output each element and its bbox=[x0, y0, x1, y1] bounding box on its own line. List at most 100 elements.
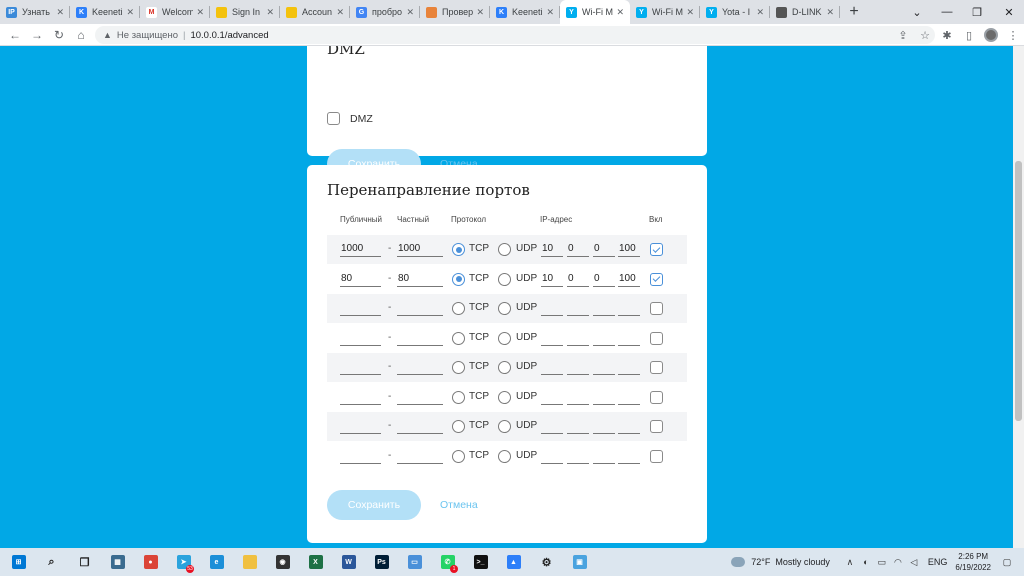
port-forwarding-cancel-link[interactable]: Отмена bbox=[440, 499, 478, 511]
private-port-input[interactable]: 80 bbox=[397, 272, 443, 287]
ip-octet-input[interactable]: 100 bbox=[618, 272, 640, 287]
tcp-radio[interactable] bbox=[452, 420, 465, 433]
ip-octet-input[interactable] bbox=[618, 301, 640, 316]
udp-radio[interactable] bbox=[498, 302, 511, 315]
ip-octet-input[interactable] bbox=[618, 419, 640, 434]
browser-tab[interactable]: Y Yota - I ✕ bbox=[700, 0, 770, 24]
taskbar-app[interactable]: ◉ bbox=[266, 548, 299, 576]
public-port-input[interactable] bbox=[340, 360, 381, 375]
taskbar-app[interactable]: ▦ bbox=[101, 548, 134, 576]
ip-octet-input[interactable] bbox=[618, 390, 640, 405]
dmz-checkbox[interactable] bbox=[327, 112, 340, 125]
ip-octet-input[interactable]: 0 bbox=[567, 242, 589, 257]
page-scrollbar[interactable] bbox=[1013, 46, 1024, 548]
ip-octet-input[interactable] bbox=[567, 360, 589, 375]
taskbar-app[interactable]: ▣ bbox=[563, 548, 596, 576]
tab-close-icon[interactable]: ✕ bbox=[266, 7, 274, 18]
share-icon[interactable]: ⇪ bbox=[892, 24, 914, 46]
ip-octet-input[interactable] bbox=[618, 331, 640, 346]
taskbar-app[interactable]: ❐ bbox=[68, 548, 101, 576]
public-port-input[interactable] bbox=[340, 419, 381, 434]
ip-octet-input[interactable] bbox=[593, 301, 615, 316]
taskbar-app[interactable]: ▭ bbox=[398, 548, 431, 576]
private-port-input[interactable]: 1000 bbox=[397, 242, 443, 257]
tab-close-icon[interactable]: ✕ bbox=[546, 7, 554, 18]
ip-octet-input[interactable] bbox=[593, 390, 615, 405]
taskbar-app[interactable]: ⊞ bbox=[2, 548, 35, 576]
udp-radio[interactable] bbox=[498, 390, 511, 404]
tab-close-icon[interactable]: ✕ bbox=[126, 7, 134, 18]
taskbar-app[interactable]: >_ bbox=[464, 548, 497, 576]
tcp-radio[interactable] bbox=[452, 390, 465, 404]
tcp-radio[interactable] bbox=[452, 302, 465, 315]
browser-tab[interactable]: Gпробро ✕ bbox=[350, 0, 420, 24]
taskbar-app[interactable] bbox=[233, 548, 266, 576]
ip-octet-input[interactable] bbox=[567, 449, 589, 464]
browser-tab[interactable]: D-LINK ✕ bbox=[770, 0, 840, 24]
taskbar-app[interactable]: ✆ 1 bbox=[431, 548, 464, 576]
public-port-input[interactable] bbox=[340, 390, 381, 405]
side-panel-icon[interactable]: ▯ bbox=[958, 24, 980, 46]
tab-close-icon[interactable]: ✕ bbox=[56, 7, 64, 18]
ip-octet-input[interactable] bbox=[567, 419, 589, 434]
tab-close-icon[interactable]: ✕ bbox=[826, 7, 834, 18]
ip-octet-input[interactable] bbox=[541, 449, 563, 464]
weather-widget[interactable]: 72°F Mostly cloudy bbox=[728, 554, 830, 567]
enable-checkbox[interactable] bbox=[650, 449, 663, 463]
public-port-input[interactable] bbox=[340, 449, 381, 464]
reload-icon[interactable]: ↻ bbox=[48, 24, 70, 46]
enable-checkbox[interactable] bbox=[650, 420, 663, 433]
profile-avatar[interactable] bbox=[980, 24, 1002, 46]
tab-search-icon[interactable]: ⌄ bbox=[902, 0, 932, 24]
forward-icon[interactable]: → bbox=[26, 24, 48, 46]
ip-octet-input[interactable] bbox=[618, 360, 640, 375]
ip-octet-input[interactable] bbox=[541, 390, 563, 405]
private-port-input[interactable] bbox=[397, 419, 443, 434]
clock[interactable]: 2:26 PM 6/19/2022 bbox=[955, 551, 991, 573]
udp-radio[interactable] bbox=[498, 361, 511, 374]
language-indicator[interactable]: ENG bbox=[928, 557, 948, 567]
enable-checkbox[interactable] bbox=[650, 361, 663, 374]
browser-tab[interactable]: Провер ✕ bbox=[420, 0, 490, 24]
browser-tab[interactable]: Sign In ✕ bbox=[210, 0, 280, 24]
tab-close-icon[interactable]: ✕ bbox=[476, 7, 484, 18]
ip-octet-input[interactable] bbox=[593, 360, 615, 375]
ip-octet-input[interactable] bbox=[541, 360, 563, 375]
ip-octet-input[interactable] bbox=[593, 449, 615, 464]
private-port-input[interactable] bbox=[397, 301, 443, 316]
tcp-radio[interactable] bbox=[452, 272, 465, 286]
scrollbar-thumb[interactable] bbox=[1015, 161, 1022, 421]
ip-octet-input[interactable] bbox=[567, 331, 589, 346]
browser-tab[interactable]: K Keeneti ✕ bbox=[490, 0, 560, 24]
volume-icon[interactable]: ◁ bbox=[907, 557, 921, 568]
ip-octet-input[interactable] bbox=[567, 301, 589, 316]
ip-octet-input[interactable]: 10 bbox=[541, 272, 563, 287]
browser-tab[interactable]: Y Wi-Fi M ✕ bbox=[630, 0, 700, 24]
taskbar-app[interactable]: ● bbox=[134, 548, 167, 576]
ip-octet-input[interactable]: 0 bbox=[567, 272, 589, 287]
tab-close-icon[interactable]: ✕ bbox=[336, 7, 344, 18]
browser-tab[interactable]: Accoun ✕ bbox=[280, 0, 350, 24]
browser-tab[interactable]: IP Узнать ✕ bbox=[0, 0, 70, 24]
notifications-icon[interactable]: ▢ bbox=[1000, 557, 1014, 568]
browser-tab[interactable]: K Keeneti ✕ bbox=[70, 0, 140, 24]
taskbar-app[interactable]: ⌕ bbox=[35, 548, 68, 576]
wifi-icon[interactable]: ◠ bbox=[891, 557, 905, 568]
private-port-input[interactable] bbox=[397, 360, 443, 375]
browser-tab[interactable]: Y Wi-Fi M ✕ bbox=[560, 0, 630, 24]
ip-octet-input[interactable]: 0 bbox=[593, 242, 615, 257]
public-port-input[interactable] bbox=[340, 331, 381, 346]
back-icon[interactable]: ← bbox=[4, 24, 26, 46]
ip-octet-input[interactable] bbox=[541, 331, 563, 346]
taskbar-app[interactable]: e bbox=[200, 548, 233, 576]
tab-close-icon[interactable]: ✕ bbox=[686, 7, 694, 18]
network-status-icon[interactable]: ◐ bbox=[859, 557, 873, 567]
public-port-input[interactable] bbox=[340, 301, 381, 316]
ip-octet-input[interactable] bbox=[618, 449, 640, 464]
taskbar-app[interactable]: W bbox=[332, 548, 365, 576]
home-icon[interactable]: ⌂ bbox=[70, 24, 92, 46]
ip-octet-input[interactable]: 100 bbox=[618, 242, 640, 257]
enable-checkbox[interactable] bbox=[650, 331, 663, 345]
address-bar[interactable]: ▲ Не защищено | 10.0.0.1/advanced bbox=[95, 26, 935, 44]
udp-radio[interactable] bbox=[498, 331, 511, 345]
